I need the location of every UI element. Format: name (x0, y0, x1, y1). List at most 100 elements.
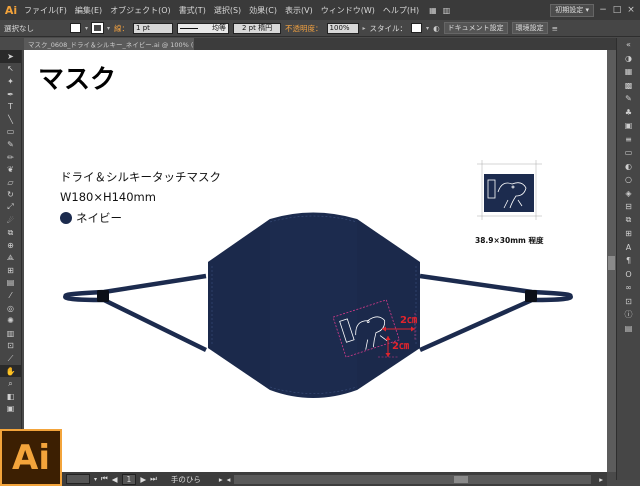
stroke-label[interactable]: 線： (114, 23, 129, 34)
stroke-swatch[interactable] (91, 22, 105, 34)
opacity-label[interactable]: 不透明度： (285, 23, 323, 34)
status-menu-icon[interactable]: ▸ (219, 475, 223, 484)
menu-file[interactable]: ファイル(F) (20, 5, 71, 16)
pen-icon[interactable]: ✒ (0, 88, 21, 101)
rectangle-icon[interactable]: ▭ (0, 126, 21, 139)
menu-edit[interactable]: 編集(E) (71, 5, 106, 16)
brush-field[interactable]: 2 pt 楕円 (233, 22, 282, 34)
selection-icon[interactable]: ➤ (0, 50, 21, 63)
document-tab[interactable]: マスク_0608_ドライ＆シルキー_ネイビー.ai @ 100% (CMYK/プ… (24, 38, 194, 50)
color-panel-icon[interactable]: ◑ (617, 52, 640, 66)
paragraph-icon[interactable]: ¶ (617, 254, 640, 268)
document-info-icon[interactable]: ▤ (617, 322, 640, 336)
menu-help[interactable]: ヘルプ(H) (379, 5, 423, 16)
preferences-button[interactable]: 環境設定 (511, 22, 548, 34)
artboard-canvas[interactable]: マスク ドライ＆シルキータッチマスク W180×H140mm ネイビー 38.9… (24, 50, 607, 472)
layers-icon[interactable]: ◈ (617, 187, 640, 201)
minimize-button[interactable]: − (598, 5, 608, 15)
arrange-documents-icon[interactable]: ▥ (443, 6, 451, 15)
align-icon[interactable]: ⊟ (617, 200, 640, 214)
blend-icon[interactable]: ◎ (0, 302, 21, 315)
graphic-styles-icon[interactable]: ▣ (617, 119, 640, 133)
links-icon[interactable]: ∞ (617, 281, 640, 295)
first-artboard-icon[interactable]: ⏮ (101, 474, 108, 484)
style-dropdown-icon[interactable]: ▾ (426, 25, 429, 32)
rotate-icon[interactable]: ↻ (0, 189, 21, 202)
artboard-icon[interactable]: ⊡ (0, 340, 21, 353)
eraser-icon[interactable]: ▱ (0, 176, 21, 189)
graphic-style-swatch[interactable] (411, 23, 423, 33)
recolor-icon[interactable]: ◐ (433, 24, 440, 33)
menu-window[interactable]: ウィンドウ(W) (317, 5, 379, 16)
collapse-panels-icon[interactable]: « (617, 38, 640, 52)
fill-stroke-icon[interactable]: ◧ (0, 390, 21, 403)
horizontal-scrollbar[interactable] (234, 474, 592, 484)
slice-icon[interactable]: ⟋ (0, 352, 21, 365)
info-icon[interactable]: ⓘ (617, 308, 640, 322)
character-icon[interactable]: A (617, 241, 640, 255)
workspace-switcher[interactable]: 初期設定 ▾ (550, 3, 594, 17)
scroll-left-icon[interactable]: ◂ (227, 475, 231, 484)
appearance-icon[interactable]: ○ (617, 173, 640, 187)
gradient-panel-icon[interactable]: ▭ (617, 146, 640, 160)
vertical-scroll-thumb[interactable] (608, 256, 615, 270)
stroke-icon[interactable]: ≡ (617, 133, 640, 147)
shape-builder-icon[interactable]: ⊕ (0, 239, 21, 252)
eyedropper-icon[interactable]: ⁄ (0, 289, 21, 302)
document-settings-button[interactable]: ドキュメント設定 (443, 22, 508, 34)
stroke-style-field[interactable]: 均等 (177, 22, 230, 34)
horizontal-scroll-thumb[interactable] (454, 475, 469, 483)
prev-artboard-icon[interactable]: ◀ (112, 475, 118, 484)
pathfinder-icon[interactable]: ⧉ (617, 214, 640, 228)
blob-brush-icon[interactable]: ❦ (0, 163, 21, 176)
direct-selection-icon[interactable]: ↖ (0, 63, 21, 76)
bridge-icon[interactable]: ▦ (429, 6, 437, 15)
zoom-icon[interactable]: ⌕ (0, 377, 21, 390)
scale-icon[interactable]: ⤢ (0, 201, 21, 214)
menu-select[interactable]: 選択(S) (210, 5, 245, 16)
pencil-icon[interactable]: ✏ (0, 151, 21, 164)
menu-object[interactable]: オブジェクト(O) (106, 5, 175, 16)
symbols-icon[interactable]: ♣ (617, 106, 640, 120)
stroke-weight-field[interactable]: 1 pt (133, 22, 174, 34)
last-artboard-icon[interactable]: ⏭ (150, 474, 157, 484)
navigator-icon[interactable]: ⊡ (617, 295, 640, 309)
color-guide-icon[interactable]: ▦ (617, 65, 640, 79)
opacity-dropdown-icon[interactable]: ▸ (363, 25, 366, 32)
warp-icon[interactable]: ☄ (0, 214, 21, 227)
free-transform-icon[interactable]: ⧉ (0, 226, 21, 239)
vertical-scrollbar[interactable] (607, 50, 616, 472)
perspective-icon[interactable]: ⟁ (0, 252, 21, 265)
zoom-dropdown-icon[interactable]: ▾ (94, 476, 97, 483)
next-artboard-icon[interactable]: ▶ (140, 475, 146, 484)
graph-icon[interactable]: ▥ (0, 327, 21, 340)
close-button[interactable]: × (626, 5, 636, 15)
transform-icon[interactable]: ⊞ (617, 227, 640, 241)
fill-swatch[interactable] (70, 23, 81, 33)
stroke-dropdown-icon[interactable]: ▾ (107, 25, 110, 32)
mesh-icon[interactable]: ⊞ (0, 264, 21, 277)
transparency-icon[interactable]: ◐ (617, 160, 640, 174)
line-icon[interactable]: ╲ (0, 113, 21, 126)
fill-dropdown-icon[interactable]: ▾ (85, 25, 88, 32)
hand-icon[interactable]: ✋ (0, 364, 21, 378)
zoom-field[interactable] (66, 474, 90, 484)
opacity-field[interactable]: 100% (326, 22, 359, 34)
menu-type[interactable]: 書式(T) (175, 5, 210, 16)
maximize-button[interactable]: □ (612, 5, 622, 15)
print-preview[interactable] (477, 160, 542, 220)
screen-mode-icon[interactable]: ▣ (0, 403, 21, 416)
menu-view[interactable]: 表示(V) (281, 5, 317, 16)
gradient-icon[interactable]: ▤ (0, 277, 21, 290)
type-icon[interactable]: T (0, 100, 21, 113)
paintbrush-icon[interactable]: ✎ (0, 138, 21, 151)
artboard-number[interactable]: 1 (121, 473, 137, 485)
swatches-icon[interactable]: ▩ (617, 79, 640, 93)
opentype-icon[interactable]: O (617, 268, 640, 282)
scroll-right-icon[interactable]: ▸ (599, 475, 603, 484)
brushes-icon[interactable]: ✎ (617, 92, 640, 106)
symbol-sprayer-icon[interactable]: ✺ (0, 314, 21, 327)
menu-effect[interactable]: 効果(C) (245, 5, 281, 16)
magic-wand-icon[interactable]: ✦ (0, 75, 21, 88)
panel-menu-icon[interactable]: ≡ (552, 24, 558, 33)
